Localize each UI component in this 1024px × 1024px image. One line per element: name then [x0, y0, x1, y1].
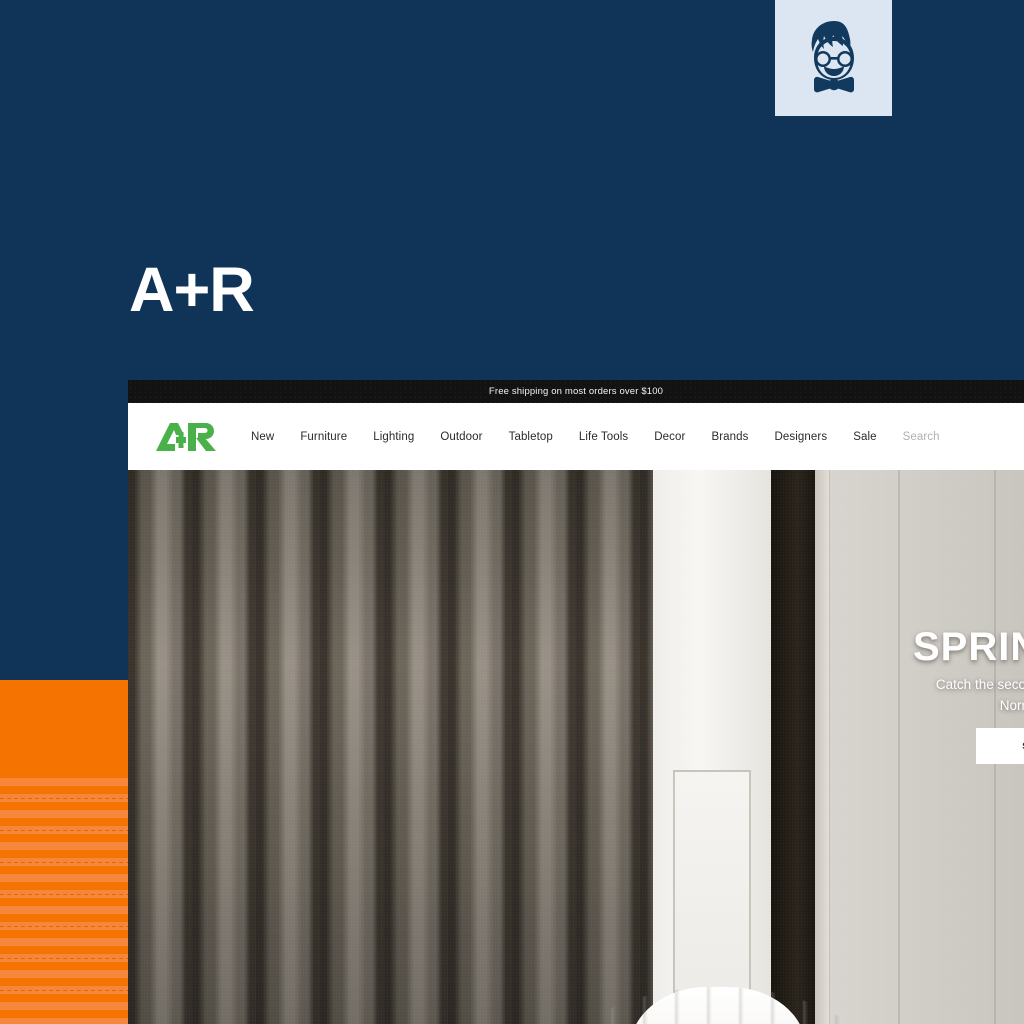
nav-item-new[interactable]: New [238, 431, 287, 443]
nav-item-brands[interactable]: Brands [698, 431, 761, 443]
nav-item-lighting[interactable]: Lighting [360, 431, 427, 443]
announcement-text: Free shipping on most orders over $100 [488, 386, 664, 397]
nav-item-furniture[interactable]: Furniture [287, 431, 360, 443]
nav-item-decor[interactable]: Decor [641, 431, 698, 443]
ar-logo-icon[interactable] [154, 422, 218, 451]
avatar [775, 0, 892, 116]
search-input[interactable]: Search [890, 431, 953, 443]
screenshot-canvas: A+R Free shipping on most orders over $1… [0, 0, 1024, 1024]
nav-item-life-tools[interactable]: Life Tools [566, 431, 641, 443]
site-navbar: New Furniture Lighting Outdoor Tabletop … [128, 403, 1024, 470]
nav-item-tabletop[interactable]: Tabletop [496, 431, 566, 443]
hero-title: SPRING [913, 625, 1024, 669]
orange-solid-block [0, 680, 128, 770]
website-screenshot: Free shipping on most orders over $100 N… [128, 380, 1024, 1024]
hero-subtitle-line2: Normann Co [999, 697, 1024, 713]
orange-stripes-block [0, 770, 128, 1024]
hero-copy: SPRING Catch the second wave of bi-annu … [128, 470, 1024, 1024]
nav-item-sale[interactable]: Sale [840, 431, 889, 443]
nav-item-outdoor[interactable]: Outdoor [427, 431, 495, 443]
orange-accent-panel [0, 680, 128, 1024]
page-title: A+R [129, 255, 255, 325]
shop-now-button[interactable]: shop n [976, 728, 1024, 764]
nav-item-designers[interactable]: Designers [762, 431, 841, 443]
hero-subtitle-line1: Catch the second wave of bi-annu [935, 677, 1024, 692]
boy-with-glasses-and-bowtie-icon [811, 21, 854, 93]
hero-banner: SPRING Catch the second wave of bi-annu … [128, 470, 1024, 1024]
announcement-bar: Free shipping on most orders over $100 [128, 380, 1024, 403]
nav-links: New Furniture Lighting Outdoor Tabletop … [238, 431, 953, 443]
hero-subtitle: Catch the second wave of bi-annu Normann… [828, 675, 1024, 717]
